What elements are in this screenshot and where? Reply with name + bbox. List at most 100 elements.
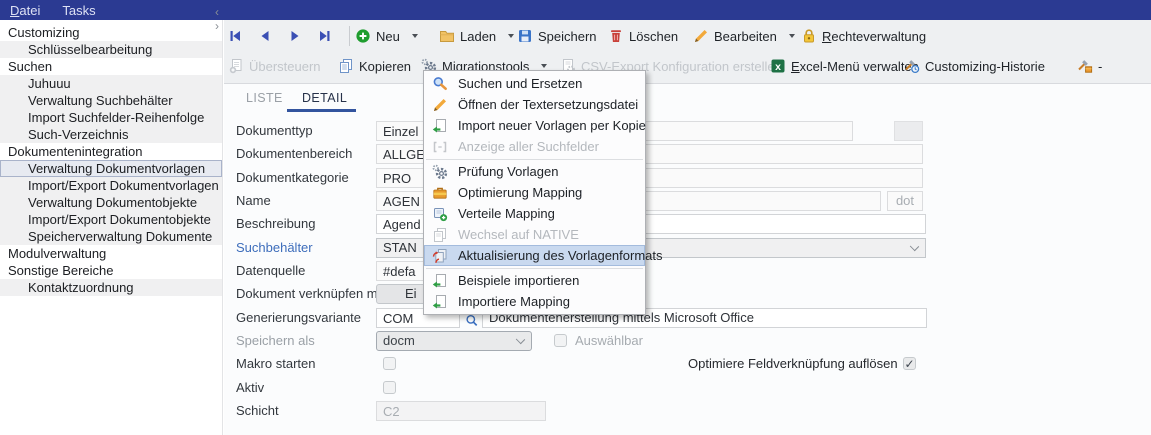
nav-last-button[interactable] (318, 22, 332, 50)
uebersteuern-button: Übersteuern (228, 52, 321, 80)
floppy-disk-icon (517, 28, 533, 44)
name-label: Name (236, 191, 271, 211)
lock-icon (801, 28, 817, 44)
neu-dropdown-caret[interactable] (412, 34, 418, 38)
aktiv-checkbox[interactable] (383, 381, 396, 394)
sidebar-item-modulverwaltung[interactable]: Modulverwaltung (0, 245, 222, 262)
toolbar: Neu Laden Speichern Löschen (224, 20, 1151, 84)
menu-item-oeffnen-textersetzungsdatei[interactable]: Öffnen der Textersetzungsdatei (424, 94, 645, 115)
distribute-icon (431, 206, 449, 222)
schicht-input (376, 401, 546, 421)
sidebar-item-kontaktzuordnung[interactable]: Kontaktzuordnung (0, 279, 222, 296)
menu-item-optimierung-mapping[interactable]: Optimierung Mapping (424, 182, 645, 203)
menu-item-beispiele-importieren[interactable]: Beispiele importieren (424, 270, 645, 291)
nav-prev-icon (258, 29, 272, 43)
menu-item-wechsel-auf-native: Wechsel auf NATIVE (424, 224, 645, 245)
nav-first-icon (228, 29, 242, 43)
name-extension-box: dot (887, 191, 923, 211)
plus-circle-icon (355, 28, 371, 44)
bearbeiten-button[interactable]: Bearbeiten (693, 22, 795, 50)
sidebar-item-import-export-dokumentvorlagen[interactable]: Import/Export Dokumentvorlagen (0, 177, 222, 194)
import-page-icon (431, 273, 449, 289)
laden-button[interactable]: Laden (439, 22, 514, 50)
sidebar-item-dokumentenintegration[interactable]: Dokumentenintegration (0, 143, 222, 160)
form-row-dokumentenbereich: Dokumentenbereich (224, 144, 1151, 164)
speichern-button[interactable]: Speichern (517, 22, 597, 50)
sidebar-item-customizing[interactable]: Customizing (0, 24, 222, 41)
dokumenttyp-end-box (894, 121, 923, 141)
beschreibung-label: Beschreibung (236, 214, 316, 234)
excel-menue-button[interactable]: Excel-Menü verwalten (770, 52, 919, 80)
copy-pages-gray-icon (431, 227, 449, 243)
excel-icon (770, 58, 786, 74)
auswaehlbar-label: Auswählbar (575, 331, 643, 351)
sidebar-splitter: ‹ › (211, 5, 223, 33)
form-row-speichern-als: Speichern als docm Auswählbar (224, 331, 1151, 351)
menu-item-aktualisierung-vorlagenformat[interactable]: Aktualisierung des Vorlagenformats (424, 245, 645, 266)
search-replace-icon (431, 76, 449, 92)
tools-dash-button[interactable]: - (1077, 52, 1102, 80)
sidebar-item-speicherverwaltung[interactable]: Speicherverwaltung Dokumente (0, 228, 222, 245)
sidebar-expand-chevron[interactable]: › (211, 19, 223, 33)
tools-clock-icon (904, 58, 920, 74)
kopieren-button[interactable]: Kopieren (338, 52, 411, 80)
nav-first-button[interactable] (228, 22, 242, 50)
form-row-beschreibung: Beschreibung (224, 214, 1151, 234)
menu-item-suchen-und-ersetzen[interactable]: Suchen und Ersetzen (424, 73, 645, 94)
menu-tasks[interactable]: Tasks (62, 3, 95, 18)
pages-plus-icon (228, 58, 244, 74)
migrationstools-dropdown-caret[interactable] (541, 64, 547, 68)
toolbar-row-1: Neu Laden Speichern Löschen (224, 22, 1151, 50)
folder-icon (439, 28, 455, 44)
bearbeiten-dropdown-caret[interactable] (789, 34, 795, 38)
chevron-down-icon (516, 335, 525, 344)
laden-dropdown-caret[interactable] (508, 34, 514, 38)
sidebar-item-such-verzeichnis[interactable]: Such-Verzeichnis (0, 126, 222, 143)
nav-next-icon (288, 29, 302, 43)
toolbar-row-2: Übersteuern Kopieren Migrationstools CSV… (224, 52, 1151, 80)
aktiv-label: Aktiv (236, 378, 264, 398)
tab-liste[interactable]: LISTE (246, 91, 283, 105)
nav-prev-button[interactable] (258, 22, 272, 50)
sidebar-navigation: Customizing Schlüsselbearbeitung Suchen … (0, 20, 223, 435)
menu-item-pruefung-vorlagen[interactable]: Prüfung Vorlagen (424, 161, 645, 182)
sidebar-collapse-chevron[interactable]: ‹ (211, 5, 223, 19)
makro-starten-checkbox[interactable] (383, 357, 396, 370)
optimiere-checkbox[interactable]: ✓ (903, 357, 916, 370)
detail-panel: LISTE DETAIL Dokumenttyp Dokumentenberei… (224, 84, 1151, 435)
main-area: Neu Laden Speichern Löschen (224, 20, 1151, 435)
dokumentkategorie-label: Dokumentkategorie (236, 168, 349, 188)
loeschen-button[interactable]: Löschen (608, 22, 678, 50)
auswaehlbar-checkbox (554, 334, 567, 347)
menu-datei[interactable]: Datei (10, 3, 40, 18)
tools-box-icon (1077, 58, 1093, 74)
customizing-historie-button[interactable]: Customizing-Historie (904, 52, 1045, 80)
form-row-dokumenttyp: Dokumenttyp (224, 121, 1151, 141)
sidebar-item-verwaltung-suchbehaelter[interactable]: Verwaltung Suchbehälter (0, 92, 222, 109)
menu-item-import-neuer-vorlagen[interactable]: Import neuer Vorlagen per Kopie (424, 115, 645, 136)
menu-separator (426, 268, 643, 269)
sidebar-item-import-suchfelder[interactable]: Import Suchfelder-Reihenfolge (0, 109, 222, 126)
sidebar-item-verwaltung-dokumentvorlagen[interactable]: Verwaltung Dokumentvorlagen (0, 160, 222, 177)
form-row-generierung: Generierungsvariante Dokumentenerstellun… (224, 308, 1151, 328)
generierung-label: Generierungsvariante (236, 308, 361, 328)
sidebar-item-schluesselbearbeitung[interactable]: Schlüsselbearbeitung (0, 41, 222, 58)
menu-item-importiere-mapping[interactable]: Importiere Mapping (424, 291, 645, 312)
speichern-als-label: Speichern als (236, 331, 315, 351)
nav-next-button[interactable] (288, 22, 302, 50)
sidebar-item-juhuuu[interactable]: Juhuuu (0, 75, 222, 92)
sidebar-item-suchen[interactable]: Suchen (0, 58, 222, 75)
form-row-datenquelle: Datenquelle (224, 261, 1151, 281)
sidebar-item-verwaltung-dokumentobjekte[interactable]: Verwaltung Dokumentobjekte (0, 194, 222, 211)
rechteverwaltung-button[interactable]: Rechteverwaltung (801, 22, 926, 50)
sidebar-item-sonstige-bereiche[interactable]: Sonstige Bereiche (0, 262, 222, 279)
tab-detail[interactable]: DETAIL (302, 91, 347, 105)
menu-item-anzeige-aller-suchfelder: Anzeige aller Suchfelder (424, 136, 645, 157)
form-row-dokumentkategorie: Dokumentkategorie (224, 168, 1151, 188)
menu-item-verteile-mapping[interactable]: Verteile Mapping (424, 203, 645, 224)
sidebar-item-import-export-dokumentobjekte[interactable]: Import/Export Dokumentobjekte (0, 211, 222, 228)
neu-button[interactable]: Neu (355, 22, 418, 50)
form-row-aktiv: Aktiv (224, 378, 1151, 398)
active-tab-underline (287, 109, 356, 112)
suchbehaelter-label[interactable]: Suchbehälter (236, 238, 313, 258)
